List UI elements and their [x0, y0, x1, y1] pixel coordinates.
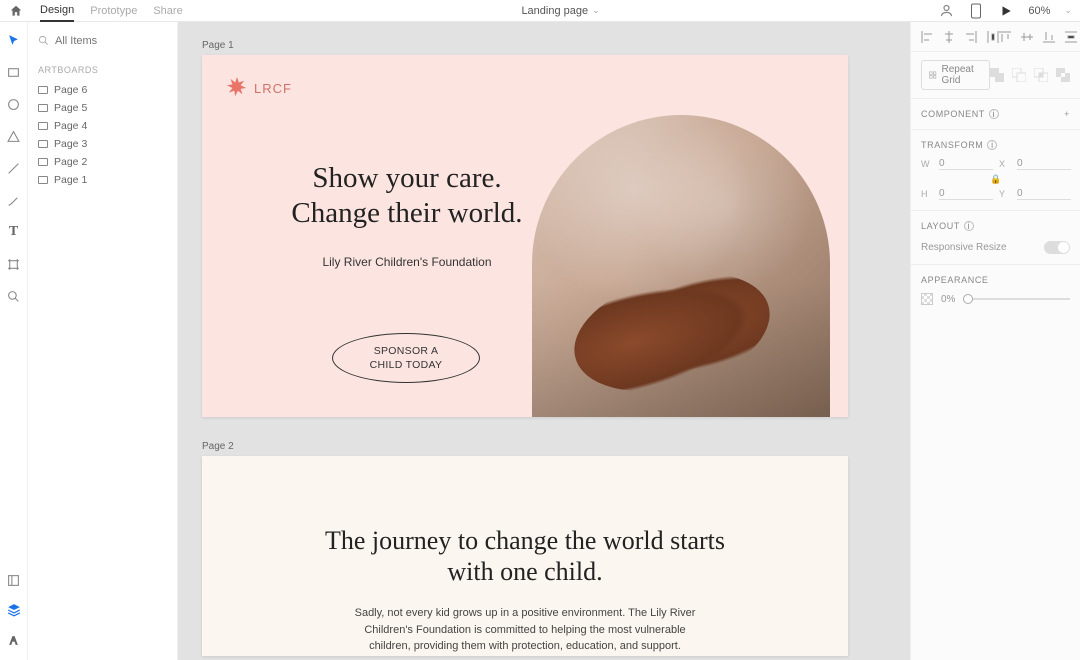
- distribute-h-icon[interactable]: [987, 31, 999, 43]
- artboard-item[interactable]: Page 4: [38, 117, 167, 135]
- opacity-swatch[interactable]: [921, 293, 933, 305]
- appearance-section-label: APPEARANCE: [921, 275, 989, 285]
- y-input[interactable]: [1017, 188, 1071, 200]
- x-label: X: [999, 159, 1011, 169]
- document-title[interactable]: Landing page ⌄: [183, 5, 939, 17]
- polygon-tool-icon[interactable]: [6, 128, 22, 144]
- artboard-item[interactable]: Page 3: [38, 135, 167, 153]
- artboard-item[interactable]: Page 6: [38, 81, 167, 99]
- select-tool-icon[interactable]: [6, 32, 22, 48]
- artboard-icon: [38, 122, 48, 130]
- artboard-icon: [38, 140, 48, 148]
- tab-design[interactable]: Design: [40, 0, 74, 22]
- artboard-icon: [38, 104, 48, 112]
- canvas[interactable]: Page 1 LRCF Show your care. Change their…: [178, 22, 910, 660]
- logo-text: LRCF: [254, 81, 292, 96]
- repeat-grid-button[interactable]: Repeat Grid: [921, 60, 990, 90]
- info-icon[interactable]: i: [964, 221, 974, 231]
- pen-tool-icon[interactable]: [6, 192, 22, 208]
- artboard-item[interactable]: Page 1: [38, 171, 167, 189]
- align-center-h-icon[interactable]: [943, 31, 955, 43]
- height-label: H: [921, 189, 933, 199]
- artboard-item[interactable]: Page 5: [38, 99, 167, 117]
- artboard-item-label: Page 6: [54, 84, 87, 96]
- responsive-resize-label: Responsive Resize: [921, 242, 1007, 253]
- boolean-add-icon[interactable]: [990, 68, 1004, 82]
- cta-button: SPONSOR A CHILD TODAY: [332, 333, 480, 383]
- artboard-item-label: Page 5: [54, 102, 87, 114]
- add-component-button[interactable]: +: [1064, 109, 1070, 119]
- transform-section-label: TRANSFORM: [921, 140, 983, 150]
- opacity-value: 0%: [941, 294, 955, 305]
- layout-section-label: LAYOUT: [921, 221, 960, 231]
- artboards-section-label: ARTBOARDS: [38, 65, 167, 75]
- line-tool-icon[interactable]: [6, 160, 22, 176]
- artboard-item-label: Page 2: [54, 156, 87, 168]
- info-icon[interactable]: i: [987, 140, 997, 150]
- home-icon[interactable]: [8, 3, 24, 19]
- boolean-exclude-icon[interactable]: [1056, 68, 1070, 82]
- width-input[interactable]: [939, 158, 993, 170]
- align-left-icon[interactable]: [921, 31, 933, 43]
- hero-image: [532, 115, 830, 417]
- align-right-icon[interactable]: [965, 31, 977, 43]
- artboard-item[interactable]: Page 2: [38, 153, 167, 171]
- height-input[interactable]: [939, 188, 993, 200]
- tab-share[interactable]: Share: [153, 1, 182, 21]
- chevron-down-icon[interactable]: ⌄: [1064, 5, 1072, 16]
- lock-aspect-icon[interactable]: 🔒: [921, 174, 1071, 184]
- mobile-preview-icon[interactable]: [968, 3, 984, 19]
- artboard-icon: [38, 158, 48, 166]
- rectangle-tool-icon[interactable]: [6, 64, 22, 80]
- artboard-item-label: Page 3: [54, 138, 87, 150]
- artboard-page-2[interactable]: The journey to change the world starts w…: [202, 456, 848, 656]
- artboard-page-1[interactable]: LRCF Show your care. Change their world.…: [202, 55, 848, 417]
- search-icon: [38, 35, 49, 46]
- y-label: Y: [999, 189, 1011, 199]
- x-input[interactable]: [1017, 158, 1071, 170]
- page2-body: Sadly, not every kid grows up in a posit…: [345, 605, 705, 655]
- align-middle-icon[interactable]: [1021, 31, 1033, 43]
- headline-line: Change their world.: [291, 197, 522, 229]
- assets-icon[interactable]: [6, 572, 22, 588]
- hero-headline: Show your care. Change their world.: [252, 161, 562, 231]
- zoom-level[interactable]: 60%: [1028, 5, 1050, 17]
- zoom-tool-icon[interactable]: [6, 288, 22, 304]
- headline-line: Show your care.: [312, 162, 501, 194]
- cta-line: SPONSOR A: [374, 345, 439, 357]
- opacity-slider[interactable]: [963, 298, 1070, 300]
- align-top-icon[interactable]: [999, 31, 1011, 43]
- layers-icon[interactable]: [6, 602, 22, 618]
- page2-headline: The journey to change the world starts w…: [315, 526, 735, 587]
- component-section-label: COMPONENT: [921, 109, 985, 119]
- artboard-tool-icon[interactable]: [6, 256, 22, 272]
- hero-subheadline: Lily River Children's Foundation: [252, 255, 562, 269]
- text-tool-icon[interactable]: T: [6, 224, 22, 240]
- responsive-resize-toggle[interactable]: [1044, 241, 1070, 254]
- info-icon[interactable]: i: [989, 109, 999, 119]
- boolean-subtract-icon[interactable]: [1012, 68, 1026, 82]
- artboard-item-label: Page 4: [54, 120, 87, 132]
- repeat-grid-label: Repeat Grid: [942, 64, 982, 86]
- logo: LRCF: [226, 77, 292, 99]
- document-title-text: Landing page: [521, 5, 588, 17]
- page-label[interactable]: Page 1: [202, 40, 886, 51]
- artboard-icon: [38, 86, 48, 94]
- layers-search-input[interactable]: [55, 35, 197, 47]
- play-icon[interactable]: [998, 3, 1014, 19]
- avatar-icon[interactable]: [938, 3, 954, 19]
- width-label: W: [921, 159, 933, 169]
- artboard-icon: [38, 176, 48, 184]
- boolean-intersect-icon[interactable]: [1034, 68, 1048, 82]
- align-bottom-icon[interactable]: [1043, 31, 1055, 43]
- cta-line: CHILD TODAY: [370, 359, 443, 371]
- tab-prototype[interactable]: Prototype: [90, 1, 137, 21]
- page-label[interactable]: Page 2: [202, 441, 886, 452]
- ellipse-tool-icon[interactable]: [6, 96, 22, 112]
- chevron-down-icon: ⌄: [592, 5, 600, 16]
- artboard-item-label: Page 1: [54, 174, 87, 186]
- plugins-icon[interactable]: [6, 632, 22, 648]
- spark-icon: [226, 77, 248, 99]
- distribute-v-icon[interactable]: [1065, 31, 1077, 43]
